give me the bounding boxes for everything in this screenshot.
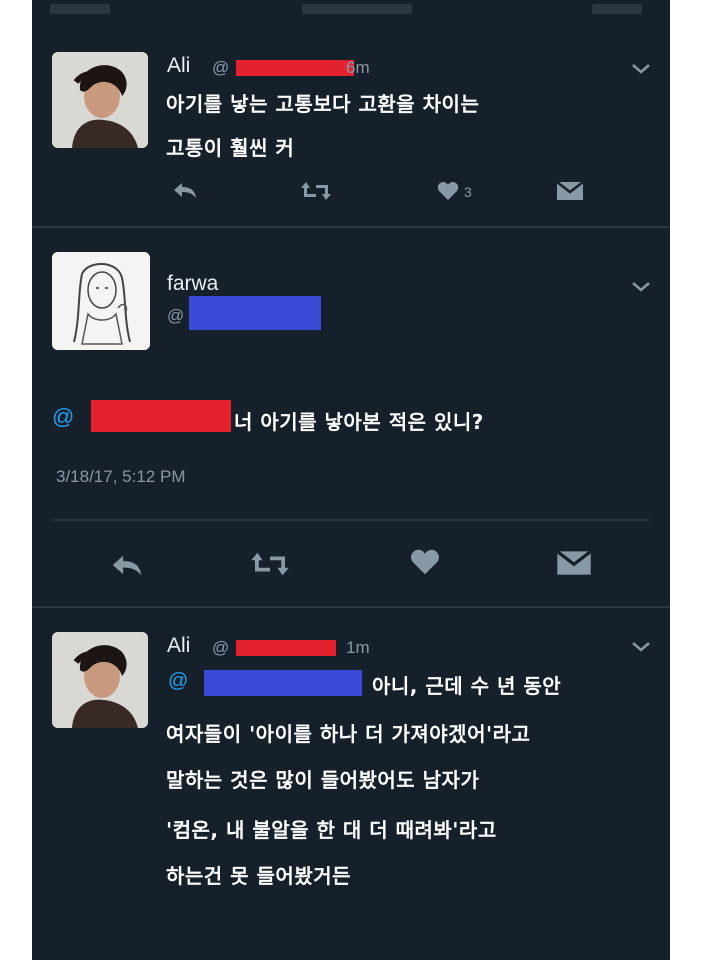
tweet-1-author-name[interactable]: Ali (167, 54, 190, 78)
reply-icon[interactable] (172, 180, 198, 200)
divider (32, 226, 670, 228)
status-bar (32, 0, 670, 26)
redacted-mention (91, 400, 231, 432)
tweet-3-mention[interactable]: @ (168, 670, 188, 693)
tweet-3-time: 1m (346, 638, 370, 657)
tweet-3-text-line-3: 말하는 것은 많이 들어봤어도 남자가 (166, 768, 480, 792)
retweet-icon[interactable] (250, 550, 290, 578)
tweet-3-text-line-1: 아니, 근데 수 년 동안 (372, 674, 562, 698)
tweet-3-text-line-5: 하는건 못 들어봤거든 (166, 864, 352, 888)
tweet-3-author-name[interactable]: Ali (167, 634, 190, 658)
tweet-1-text-line-2: 고통이 훨씬 커 (166, 136, 295, 160)
tweet-3-text-line-4: '컴온, 내 불알을 한 대 더 때려봐'라고 (166, 818, 497, 842)
retweet-icon[interactable] (300, 180, 332, 202)
tweet-3-text-line-2: 여자들이 '아이를 하나 더 가져야겠어'라고 (166, 722, 531, 746)
tweet-3-author-handle[interactable]: @ (212, 638, 229, 658)
envelope-icon[interactable] (556, 181, 584, 201)
timeline-screen: Ali @ 6m 아기를 낳는 고통보다 고환을 차이는 고통이 훨씬 커 3 (32, 0, 670, 960)
tweet-2-mention[interactable]: @ (52, 404, 74, 430)
divider (32, 606, 670, 608)
tweet-1-text-line-1: 아기를 낳는 고통보다 고환을 차이는 (166, 92, 480, 116)
reply-icon[interactable] (110, 552, 144, 578)
tweet-2-author-name[interactable]: farwa (167, 272, 218, 296)
envelope-icon[interactable] (556, 550, 592, 576)
avatar-ali[interactable] (52, 52, 148, 148)
chevron-down-icon[interactable] (630, 280, 652, 294)
avatar-farwa[interactable] (52, 252, 150, 350)
tweet-2-text: 너 아기를 낳아본 적은 있니? (234, 410, 484, 434)
heart-icon[interactable] (437, 181, 459, 201)
heart-icon[interactable] (410, 548, 440, 576)
redacted-mention (204, 670, 362, 696)
tweet-1-time: 6m (346, 58, 370, 77)
tweet-1-author-handle[interactable]: @ (212, 58, 229, 78)
redacted-handle (236, 60, 354, 76)
divider (52, 519, 650, 521)
tweet-1-like-count: 3 (464, 184, 472, 200)
avatar-ali[interactable] (52, 632, 148, 728)
chevron-down-icon[interactable] (630, 62, 652, 76)
redacted-handle (189, 296, 321, 330)
tweet-2-author-handle[interactable]: @ (167, 306, 184, 326)
redacted-handle (236, 640, 336, 656)
tweet-2-date: 3/18/17, 5:12 PM (56, 467, 186, 486)
chevron-down-icon[interactable] (630, 640, 652, 654)
